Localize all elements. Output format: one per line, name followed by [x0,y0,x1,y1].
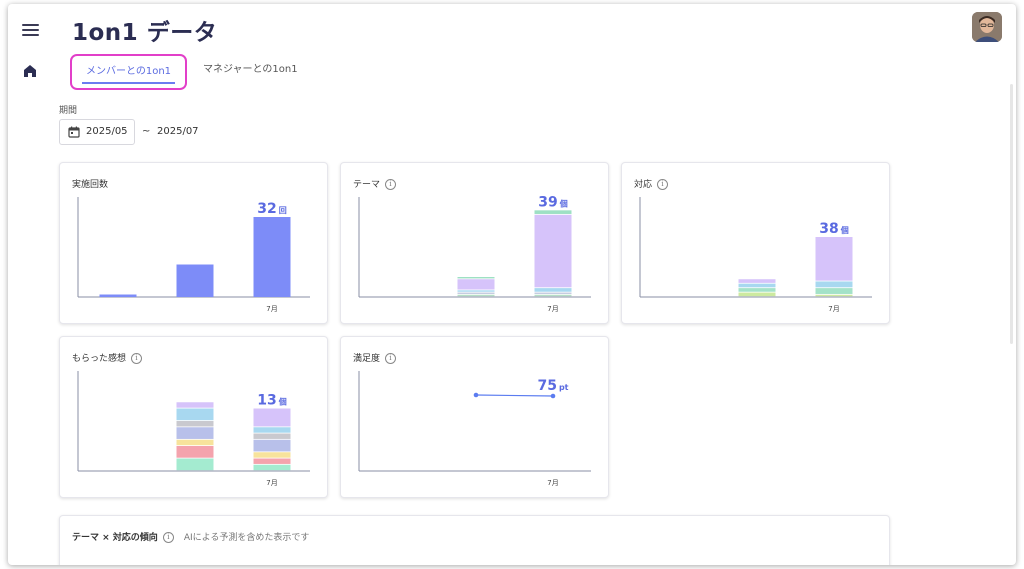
bar-segment [457,294,495,297]
x-tick-label: 7月 [828,305,839,313]
ai-note: AIによる予測を含めた表示です [183,533,310,543]
feedback-chart: 7月 13 個 [77,371,310,487]
period-separator: ~ [142,126,151,137]
bar-segment [738,279,776,283]
bar-segment [176,439,214,446]
calendar-icon [68,126,80,138]
bar-segment [176,427,214,439]
bar-segment [815,288,853,294]
x-tick-label: 7月 [266,305,277,313]
bar-segment [253,408,291,427]
period-start-value: 2025/05 [86,126,128,137]
info-icon[interactable]: i [162,532,174,543]
bar-segment [457,279,495,290]
bar-segment [253,464,291,471]
bar-segment [815,294,853,297]
bar-segment [253,452,291,458]
data-point [550,393,556,399]
bar-segment [534,214,572,288]
data-label: 13 個 [257,393,286,409]
avatar-image [972,12,1002,42]
period-label: 期間 [59,106,78,116]
data-label: 38 個 [819,221,848,237]
bar-segment [176,458,214,471]
bar-segment [176,446,214,458]
data-label: 75 pt [537,378,568,394]
tab-manager-1on1[interactable]: マネジャーとの1on1 [203,54,298,90]
scrollbar[interactable] [1010,84,1013,344]
bar-segment [534,210,572,214]
bar-segment [815,281,853,288]
card-title: テーマ × 対応の傾向 i AIによる予測を含めた表示です [72,530,309,543]
home-icon[interactable] [21,62,39,80]
sidebar [8,4,52,565]
bar-segment [253,458,291,464]
period-end-field[interactable]: 2025/07 [157,126,199,137]
bar-segment [457,292,495,294]
data-point [473,392,479,398]
card-theme: テーマ i 7月 39 個 [340,162,609,324]
data-label: 32 回 [257,201,286,217]
card-trend: テーマ × 対応の傾向 i AIによる予測を含めた表示です [59,515,890,565]
satisfaction-chart: 7月 75 pt [358,371,591,487]
theme-chart: 7月 39 個 [358,194,591,313]
hamburger-icon[interactable] [22,24,39,36]
bar-segment [534,294,572,297]
bar-segment [253,439,291,452]
series-line [475,394,554,397]
count-chart: 7月 32 回 [77,197,310,313]
response-chart: 7月 38 個 [639,197,872,313]
card-response: 対応 i 7月 38 個 [621,162,890,324]
card-count: 実施回数 7月 32 回 [59,162,328,324]
x-tick-label: 7月 [547,305,558,313]
data-label: 39 個 [538,194,567,210]
bar-segment [253,427,291,433]
period-start-field[interactable]: 2025/05 [59,119,135,145]
bar-segment [738,288,776,292]
bar [176,264,214,297]
x-tick-label: 7月 [266,479,277,487]
bar-segment [738,283,776,288]
bar-segment [534,288,572,292]
x-tick-label: 7月 [547,479,558,487]
bar-segment [534,292,572,294]
tab-member-1on1[interactable]: メンバーとの1on1 [70,54,187,90]
bar-segment [176,402,214,408]
bar-segment [457,290,495,292]
bar-segment [738,292,776,297]
bar-segment [253,433,291,439]
bar-segment [176,421,214,427]
bar [99,294,137,297]
bar-segment [176,408,214,421]
page-title: 1on1 データ [72,20,218,46]
card-feedback: もらった感想 i 7月 13 個 [59,336,328,498]
bar-segment [815,237,853,281]
bar [253,217,291,297]
bar-segment [457,277,495,279]
app-window: 1on1 データ メンバーとの1on1 マネジャーとの1on1 期間 2025/… [8,4,1016,565]
card-satisfaction: 満足度 i 7月 75 pt [340,336,609,498]
card-title-text: テーマ × 対応の傾向 [72,533,158,543]
avatar[interactable] [972,12,1002,42]
